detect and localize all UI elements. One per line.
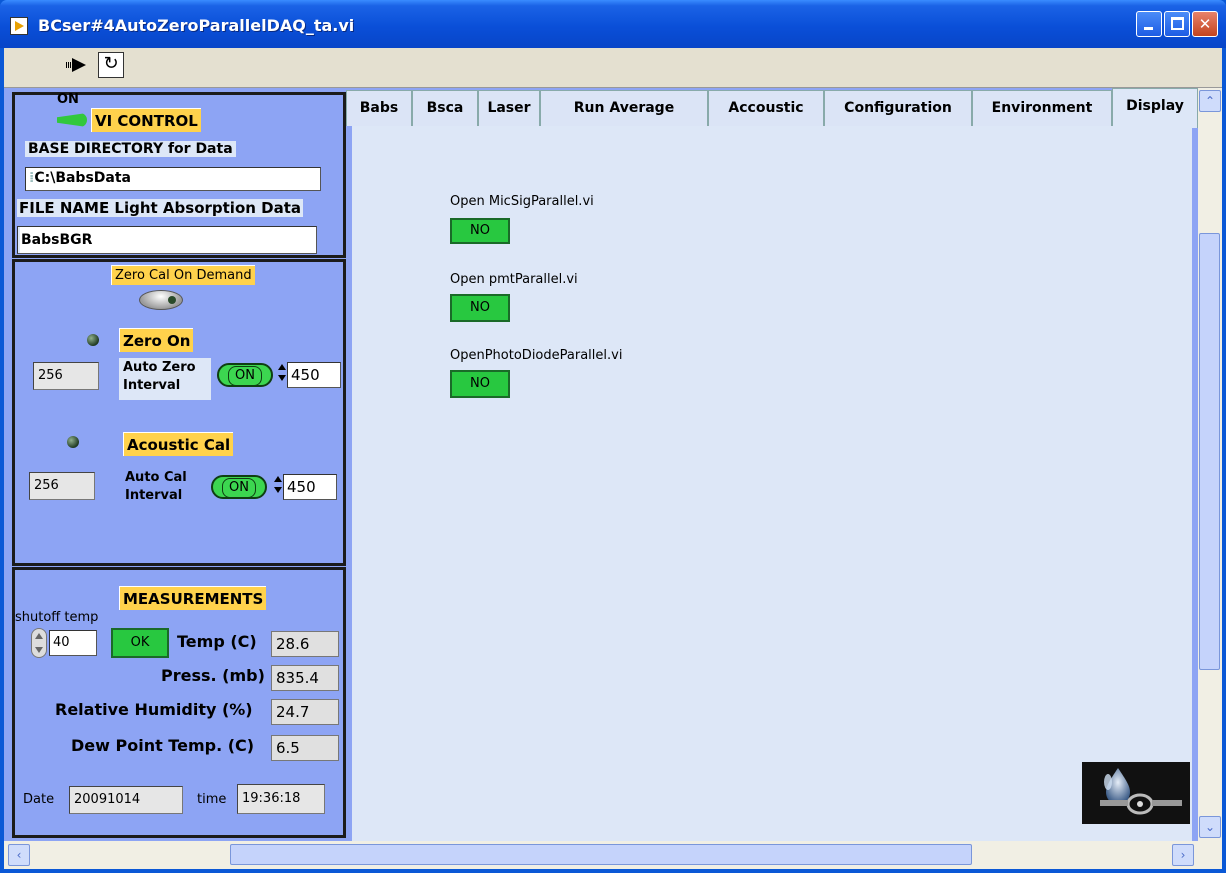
pmt-label: Open pmtParallel.vi (450, 272, 578, 287)
toolbar: ↻ (4, 48, 1222, 88)
acoustic-count-indicator: 256 (29, 472, 95, 500)
scroll-left-button[interactable]: ‹ (8, 844, 30, 866)
time-indicator: 19:36:18 (237, 784, 325, 814)
base-dir-field[interactable]: ⁞C:\BabsData (25, 167, 321, 191)
press-label: Press. (mb) (161, 666, 265, 685)
tab-babs[interactable]: Babs (346, 90, 412, 126)
maximize-button[interactable] (1164, 11, 1190, 37)
water-drop-logo-icon (1100, 768, 1182, 815)
measurements-panel: MEASUREMENTS shutoff temp 40 OK Temp (C)… (12, 567, 346, 838)
run-continuously-button[interactable]: ↻ (98, 52, 124, 78)
auto-cal-label-box: Auto Cal Interval (123, 468, 203, 510)
spin-down-icon (35, 647, 43, 653)
auto-cal-interval-spinner[interactable] (273, 474, 282, 498)
scroll-right-button[interactable]: › (1172, 844, 1194, 866)
vi-control-switch[interactable] (57, 113, 87, 127)
auto-cal-label-2: Interval (125, 488, 183, 503)
photodiode-label: OpenPhotoDiodeParallel.vi (450, 348, 623, 363)
zero-cal-indicator-icon (168, 296, 176, 304)
measurements-title: MEASUREMENTS (119, 586, 267, 610)
minimize-icon (1144, 27, 1153, 30)
run-arrow-icon (72, 58, 86, 72)
acoustic-cal-led (67, 436, 79, 448)
rh-indicator: 24.7 (271, 699, 339, 725)
shutoff-temp-spinner[interactable] (31, 628, 47, 658)
open-pmt-button[interactable]: NO (450, 294, 510, 322)
app-window: BCser#4AutoZeroParallelDAQ_ta.vi ✕ ↻ ON … (0, 0, 1226, 873)
tab-environment[interactable]: Environment (972, 90, 1112, 126)
scroll-up-button[interactable]: ⌃ (1199, 90, 1221, 112)
vi-control-title: VI CONTROL (91, 108, 201, 132)
zero-cal-button[interactable] (139, 290, 183, 310)
auto-zero-interval-spinner[interactable] (277, 362, 286, 386)
minimize-button[interactable] (1136, 11, 1162, 37)
scroll-down-button[interactable]: ⌄ (1199, 816, 1221, 838)
tab-configuration[interactable]: Configuration (824, 90, 972, 126)
rh-label: Relative Humidity (%) (55, 700, 253, 719)
auto-zero-toggle-label: ON (228, 366, 262, 386)
base-dir-label: BASE DIRECTORY for Data (25, 141, 236, 157)
auto-cal-toggle-label: ON (222, 478, 256, 498)
file-name-field[interactable]: BabsBGR (17, 226, 317, 254)
open-mic-sig-button[interactable]: NO (450, 218, 510, 244)
horizontal-scrollbar[interactable]: ‹ › (4, 841, 1222, 869)
chevron-down-icon: ⌄ (1204, 820, 1216, 834)
zero-cal-title: Zero Cal On Demand (111, 265, 255, 285)
auto-zero-label-2: Interval (123, 378, 181, 393)
run-button[interactable] (66, 52, 94, 78)
press-indicator: 835.4 (271, 665, 339, 691)
spin-up-icon (35, 633, 43, 639)
temp-label: Temp (C) (177, 632, 257, 651)
auto-zero-interval-field[interactable]: 450 (287, 362, 341, 388)
labview-vi-icon (10, 17, 28, 35)
auto-zero-label-1: Auto Zero (123, 360, 196, 375)
close-button[interactable]: ✕ (1192, 11, 1218, 37)
vi-control-panel: ON VI CONTROL BASE DIRECTORY for Data ⁞C… (12, 92, 346, 258)
tab-laser[interactable]: Laser (478, 90, 540, 126)
tab-bsca[interactable]: Bsca (412, 90, 478, 126)
maximize-icon (1171, 17, 1184, 30)
tab-accoustic[interactable]: Accoustic (708, 90, 824, 126)
on-label: ON (57, 92, 79, 107)
tab-display[interactable]: Display (1112, 88, 1198, 128)
date-label: Date (23, 792, 55, 807)
zero-cal-panel: Zero Cal On Demand Zero On 256 Auto Zero… (12, 259, 346, 566)
vertical-scroll-thumb[interactable] (1199, 233, 1220, 670)
auto-cal-toggle[interactable]: ON (211, 475, 267, 499)
open-photodiode-button[interactable]: NO (450, 370, 510, 398)
chevron-left-icon: ‹ (16, 848, 22, 862)
file-name-label: FILE NAME Light Absorption Data (17, 199, 304, 217)
instrument-logo (1082, 762, 1190, 824)
auto-zero-label-box: Auto Zero Interval (119, 358, 211, 400)
dew-label: Dew Point Temp. (C) (71, 736, 255, 755)
front-panel: ON VI CONTROL BASE DIRECTORY for Data ⁞C… (4, 88, 1202, 841)
window-title: BCser#4AutoZeroParallelDAQ_ta.vi (38, 16, 355, 35)
dew-indicator: 6.5 (271, 735, 339, 761)
run-continuously-icon: ↻ (103, 53, 119, 74)
chevron-right-icon: › (1180, 848, 1186, 862)
chevron-up-icon: ⌃ (1204, 94, 1216, 108)
auto-cal-label-1: Auto Cal (125, 470, 187, 485)
time-label: time (197, 792, 227, 807)
temp-indicator: 28.6 (271, 631, 339, 657)
close-icon: ✕ (1198, 15, 1212, 33)
shutoff-temp-field[interactable]: 40 (49, 630, 97, 656)
shutoff-temp-label: shutoff temp (15, 610, 99, 625)
tab-run-average[interactable]: Run Average (540, 90, 708, 126)
vertical-scrollbar[interactable]: ⌃ ⌄ (1198, 88, 1222, 841)
mic-sig-label: Open MicSigParallel.vi (450, 194, 594, 209)
zero-count-indicator: 256 (33, 362, 99, 390)
horizontal-scroll-thumb[interactable] (230, 844, 972, 865)
zero-on-label: Zero On (119, 328, 194, 352)
date-indicator: 20091014 (69, 786, 183, 814)
auto-cal-interval-field[interactable]: 450 (283, 474, 337, 500)
title-bar[interactable]: BCser#4AutoZeroParallelDAQ_ta.vi ✕ (0, 0, 1226, 48)
zero-on-led (87, 334, 99, 346)
ok-button[interactable]: OK (111, 628, 169, 658)
base-dir-value: C:\BabsData (34, 170, 131, 186)
tab-bar: Babs Bsca Laser Run Average Accoustic Co… (346, 88, 1198, 128)
acoustic-cal-label: Acoustic Cal (123, 432, 234, 456)
auto-zero-toggle[interactable]: ON (217, 363, 273, 387)
display-tab-page: Open MicSigParallel.vi NO Open pmtParall… (352, 126, 1192, 841)
